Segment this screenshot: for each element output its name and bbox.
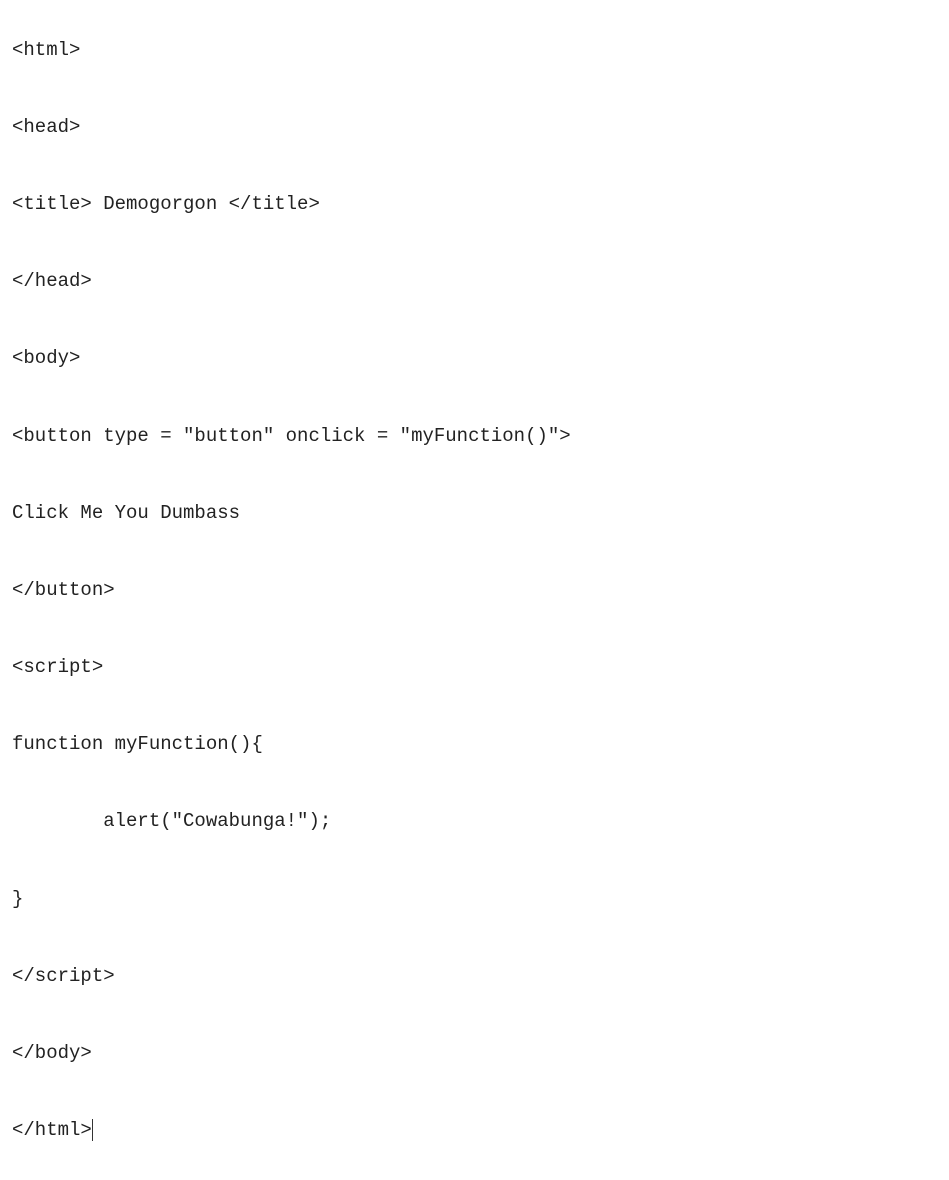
code-line: </script>: [12, 963, 937, 990]
code-line: <head>: [12, 114, 937, 141]
code-line: <body>: [12, 345, 937, 372]
code-line: <html>: [12, 37, 937, 64]
code-text: </html>: [12, 1119, 92, 1141]
code-line: Click Me You Dumbass: [12, 500, 937, 527]
code-line: function myFunction(){: [12, 731, 937, 758]
text-cursor-icon: [92, 1119, 93, 1141]
code-line: <button type = "button" onclick = "myFun…: [12, 423, 937, 450]
code-snippet: <html> <head> <title> Demogorgon </title…: [12, 10, 937, 1170]
code-line: }: [12, 886, 937, 913]
code-line-last: </html>: [12, 1117, 937, 1144]
code-line: <script>: [12, 654, 937, 681]
code-line: </body>: [12, 1040, 937, 1067]
code-line: alert("Cowabunga!");: [12, 808, 937, 835]
code-line: <title> Demogorgon </title>: [12, 191, 937, 218]
code-line: </head>: [12, 268, 937, 295]
code-line: </button>: [12, 577, 937, 604]
